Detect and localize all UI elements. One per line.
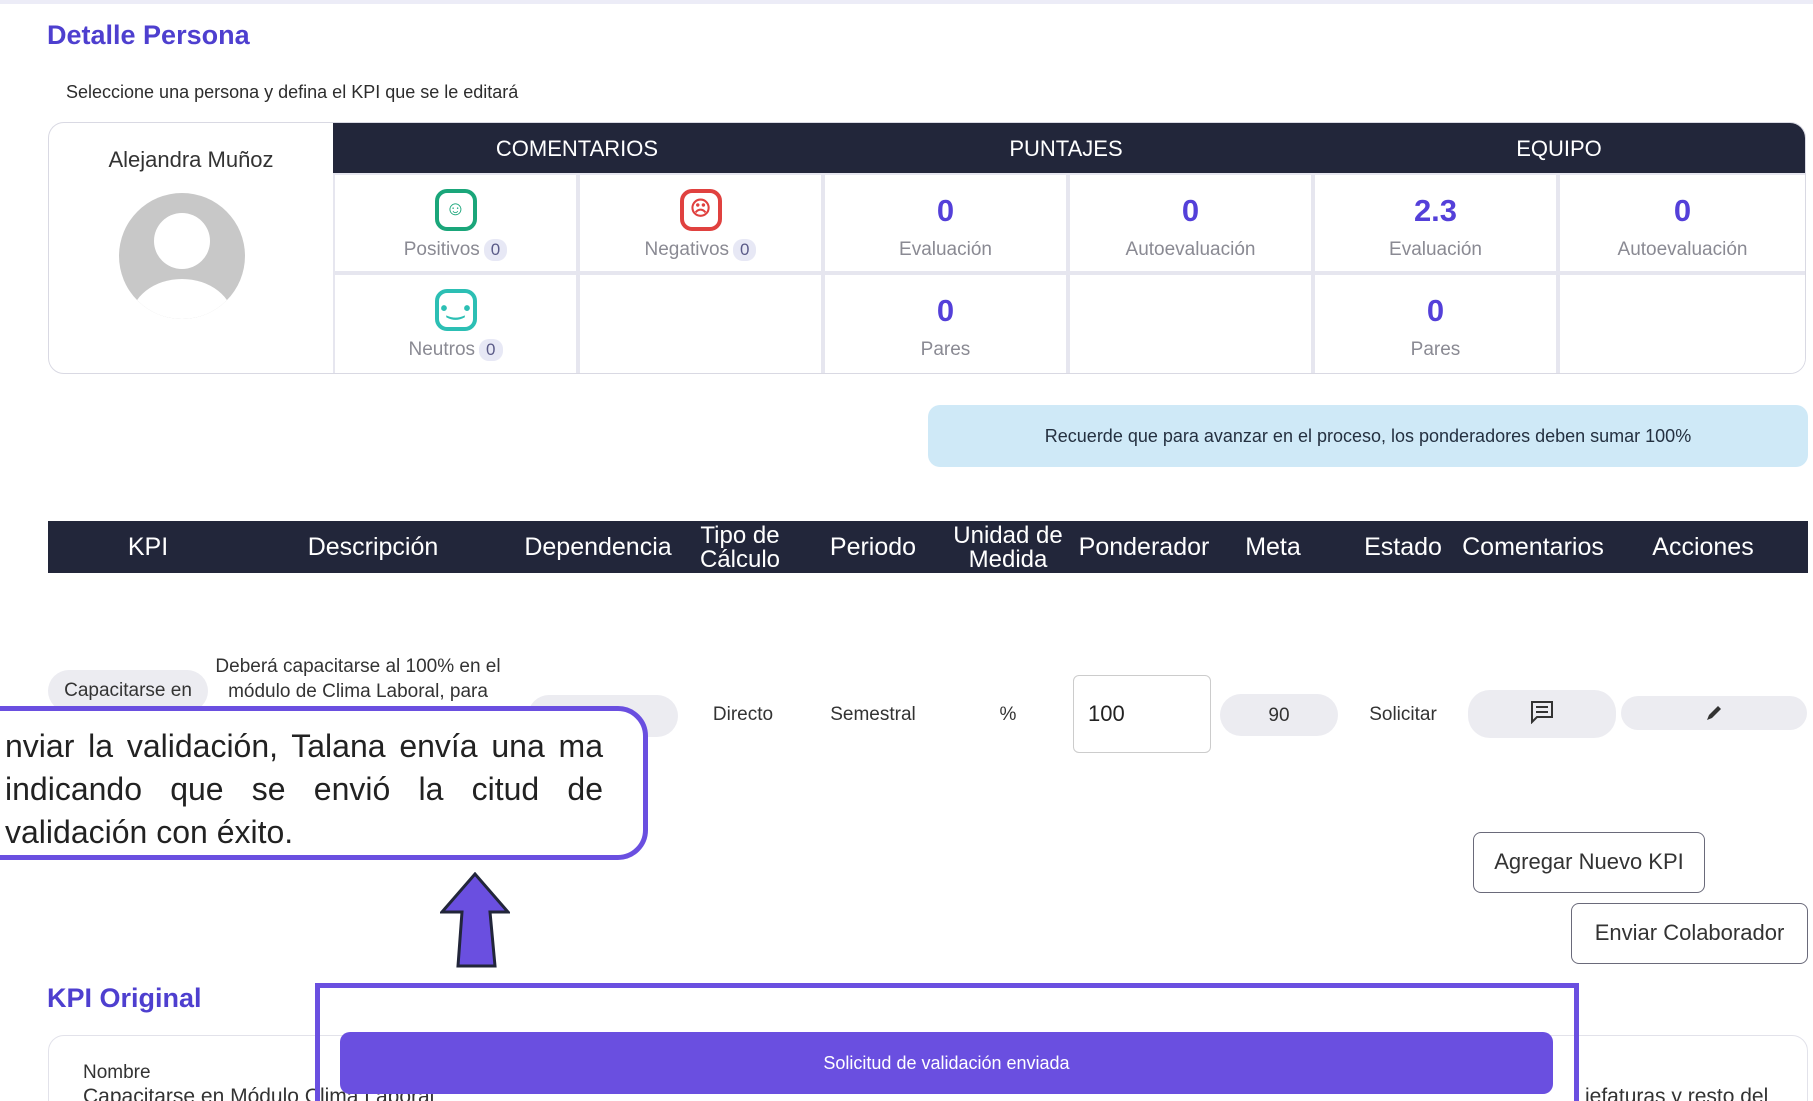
header-equipo: EQUIPO	[1516, 136, 1602, 161]
col-ponderador: Ponderador	[1078, 533, 1210, 561]
col-descripcion: Descripción	[307, 533, 439, 561]
col-kpi: KPI	[127, 533, 169, 561]
avatar-head-shape	[154, 213, 210, 269]
periodo-value: Semestral	[830, 704, 916, 725]
puntaje-pares: 0 Pares	[823, 273, 1068, 373]
kpi-table-header: KPI Descripción Dependencia Tipo de Cálc…	[48, 521, 1808, 573]
neutros-count: 0	[479, 339, 503, 361]
puntaje-evaluacion-label: Evaluación	[899, 239, 992, 260]
arrow-up-icon	[440, 872, 510, 968]
equipo-pares-value: 0	[1426, 293, 1445, 328]
empty-cell	[578, 273, 823, 373]
kpi-original-title: KPI Original	[47, 983, 202, 1013]
comment-icon	[1531, 701, 1553, 724]
comment-positivos[interactable]: ☺ Positivos 0	[333, 173, 578, 273]
tipo-calculo-value: Directo	[712, 704, 774, 725]
neutral-face-icon: •‿•	[434, 289, 477, 331]
col-tipo-calculo: Tipo de Cálculo	[699, 522, 781, 573]
puntaje-autoevaluacion-value: 0	[1181, 193, 1200, 228]
equipo-evaluacion: 2.3 Evaluación	[1313, 173, 1558, 273]
col-dependencia: Dependencia	[524, 533, 672, 561]
pencil-icon	[1707, 706, 1721, 720]
success-toast: Solicitud de validación enviada	[340, 1032, 1553, 1094]
callout-text: nviar la validación, Talana envía una ma…	[5, 728, 603, 850]
negativos-label: Negativos 0	[580, 239, 821, 261]
unidad-value: %	[999, 704, 1017, 725]
col-unidad-medida: Unidad de Medida	[953, 522, 1063, 573]
header-comentarios: COMENTARIOS	[495, 136, 659, 161]
col-periodo: Periodo	[829, 533, 917, 561]
negativos-count: 0	[733, 239, 757, 261]
meta-chip[interactable]: 90	[1220, 694, 1338, 736]
comments-button[interactable]	[1468, 690, 1616, 738]
meta-value: 90	[1268, 705, 1290, 726]
page-subtitle: Seleccione una persona y defina el KPI q…	[66, 82, 519, 102]
happy-face-icon: ☺	[434, 189, 477, 231]
equipo-pares-label: Pares	[1410, 339, 1461, 360]
person-name: Alejandra Muñoz	[108, 147, 274, 172]
positivos-count: 0	[483, 239, 508, 261]
avatar-body-shape	[131, 279, 233, 319]
col-comentarios: Comentarios	[1462, 533, 1604, 561]
equipo-autoevaluacion: 0 Autoevaluación	[1558, 173, 1805, 273]
kpi-description: Deberá capacitarse al 100% en el módulo …	[215, 656, 501, 702]
empty-cell	[1068, 273, 1313, 373]
edit-button[interactable]	[1621, 696, 1807, 730]
equipo-pares: 0 Pares	[1313, 273, 1558, 373]
estado-value[interactable]: Solicitar	[1348, 704, 1458, 726]
add-kpi-button[interactable]: Agregar Nuevo KPI	[1473, 832, 1705, 893]
ponderador-input[interactable]: 100	[1073, 675, 1211, 753]
equipo-autoevaluacion-value: 0	[1673, 193, 1692, 228]
neutros-label: Neutros 0	[335, 339, 576, 361]
puntaje-autoevaluacion-label: Autoevaluación	[1125, 239, 1256, 260]
kpi-name: Capacitarse en	[64, 680, 192, 701]
puntaje-autoevaluacion: 0 Autoevaluación	[1068, 173, 1313, 273]
col-meta: Meta	[1245, 533, 1301, 561]
puntaje-pares-label: Pares	[920, 339, 971, 360]
ponderadores-notice: Recuerde que para avanzar en el proceso,…	[928, 405, 1808, 467]
comment-negativos[interactable]: ☹ Negativos 0	[578, 173, 823, 273]
instruction-callout: nviar la validación, Talana envía una ma…	[0, 706, 648, 860]
stats-header: COMENTARIOS PUNTAJES EQUIPO	[333, 123, 1805, 173]
comment-neutros[interactable]: •‿• Neutros 0	[333, 273, 578, 373]
puntaje-evaluacion: 0 Evaluación	[823, 173, 1068, 273]
puntaje-evaluacion-value: 0	[936, 193, 955, 228]
empty-cell	[1558, 273, 1805, 373]
equipo-autoevaluacion-label: Autoevaluación	[1617, 239, 1748, 260]
kpi-original-description-tail: jefaturas y resto del	[1585, 1085, 1769, 1101]
positivos-label: Positivos 0	[335, 239, 576, 261]
equipo-evaluacion-label: Evaluación	[1389, 239, 1482, 260]
col-acciones: Acciones	[1652, 533, 1754, 561]
sad-face-icon: ☹	[679, 189, 722, 231]
header-puntajes: PUNTAJES	[1009, 136, 1123, 161]
kpi-original-name-label: Nombre	[83, 1062, 151, 1083]
puntaje-pares-value: 0	[936, 293, 955, 328]
person-card: Alejandra Muñoz COMENTARIOS PUNTAJES EQU…	[48, 122, 1806, 374]
equipo-evaluacion-value: 2.3	[1413, 193, 1458, 228]
col-estado: Estado	[1364, 533, 1442, 561]
stats-grid: COMENTARIOS PUNTAJES EQUIPO ☺ Positivos 0…	[333, 123, 1805, 373]
send-collaborator-button[interactable]: Enviar Colaborador	[1571, 903, 1808, 964]
top-strip	[0, 0, 1813, 4]
avatar	[119, 193, 245, 319]
page: Detalle Persona Seleccione una persona y…	[0, 0, 1813, 1101]
page-title: Detalle Persona	[47, 20, 250, 50]
